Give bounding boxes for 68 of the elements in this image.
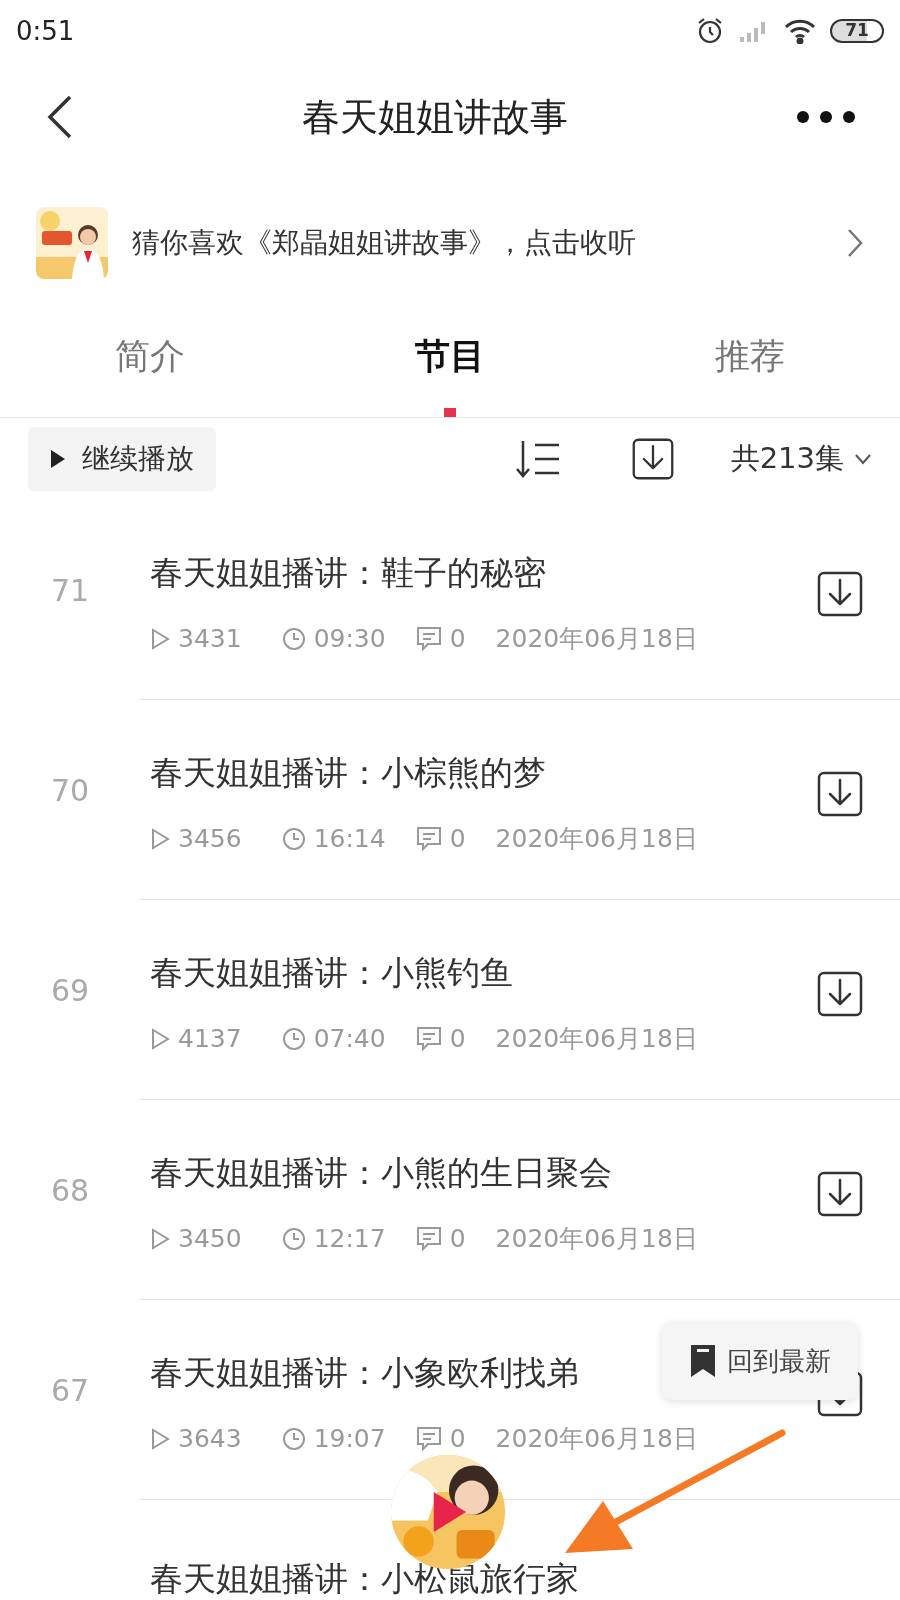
comment-icon bbox=[415, 625, 442, 652]
clock-icon bbox=[281, 826, 306, 851]
episode-date: 2020年06月18日 bbox=[495, 623, 698, 655]
play-count: 4137 bbox=[178, 1023, 242, 1055]
chevron-down-icon bbox=[854, 453, 872, 465]
play-count: 3450 bbox=[178, 1223, 242, 1255]
comment-icon bbox=[415, 1025, 442, 1052]
download-icon[interactable] bbox=[816, 1170, 864, 1218]
comment-count: 0 bbox=[449, 1423, 466, 1455]
play-icon bbox=[50, 449, 66, 469]
play-count-icon bbox=[150, 1027, 170, 1050]
episode-title[interactable]: 春天姐姐播讲：小熊的生日聚会 bbox=[150, 1152, 612, 1194]
tab[interactable]: 简介 bbox=[0, 324, 300, 417]
tab[interactable]: 推荐 bbox=[600, 324, 900, 417]
episode-number: 70 bbox=[50, 772, 90, 810]
episode-title[interactable]: 春天姐姐播讲：小象欧利找弟 bbox=[150, 1352, 579, 1394]
battery-icon: 71 bbox=[830, 19, 884, 43]
chevron-right-icon[interactable] bbox=[846, 227, 864, 259]
comment-icon bbox=[415, 1425, 442, 1452]
play-count-icon bbox=[150, 827, 170, 850]
tab[interactable]: 节目 bbox=[300, 324, 600, 417]
duration: 12:17 bbox=[313, 1223, 386, 1255]
clock-icon bbox=[281, 1426, 306, 1451]
duration: 19:07 bbox=[313, 1423, 386, 1455]
play-count: 3456 bbox=[178, 823, 242, 855]
clock-icon bbox=[281, 1026, 306, 1051]
clock-icon bbox=[281, 1226, 306, 1251]
download-icon[interactable] bbox=[816, 770, 864, 818]
episode-number: 67 bbox=[50, 1372, 90, 1410]
bookmark-icon bbox=[689, 1343, 717, 1379]
episode-number: 69 bbox=[50, 972, 90, 1010]
episode-title[interactable]: 春天姐姐播讲：小熊钓鱼 bbox=[150, 952, 513, 994]
play-count: 3643 bbox=[178, 1423, 242, 1455]
comment-icon bbox=[415, 825, 442, 852]
back-to-latest-toast[interactable]: 回到最新 bbox=[662, 1322, 858, 1400]
play-count-icon bbox=[150, 627, 170, 650]
duration: 07:40 bbox=[313, 1023, 386, 1055]
continue-play-button[interactable]: 继续播放 bbox=[28, 427, 216, 491]
episode-date: 2020年06月18日 bbox=[495, 1023, 698, 1055]
episode-title[interactable]: 春天姐姐播讲：鞋子的秘密 bbox=[150, 552, 546, 594]
episode-date: 2020年06月18日 bbox=[495, 1423, 698, 1455]
alarm-icon bbox=[696, 17, 724, 45]
clock-icon bbox=[281, 626, 306, 651]
download-icon[interactable] bbox=[816, 970, 864, 1018]
play-count-icon bbox=[150, 1427, 170, 1450]
comment-count: 0 bbox=[449, 1223, 466, 1255]
episode-date: 2020年06月18日 bbox=[495, 823, 698, 855]
episode-number: 71 bbox=[50, 572, 90, 610]
download-icon[interactable] bbox=[816, 570, 864, 618]
comment-icon bbox=[415, 1225, 442, 1252]
comment-count: 0 bbox=[449, 623, 466, 655]
play-count-icon bbox=[150, 1227, 170, 1250]
episode-count-dropdown[interactable]: 共213集 bbox=[730, 437, 872, 481]
recommend-text[interactable]: 猜你喜欢《郑晶姐姐讲故事》，点击收听 bbox=[132, 222, 822, 264]
duration: 09:30 bbox=[313, 623, 386, 655]
episode-date: 2020年06月18日 bbox=[495, 1223, 698, 1255]
episode-title[interactable]: 春天姐姐播讲：小棕熊的梦 bbox=[150, 752, 546, 794]
play-count: 3431 bbox=[178, 623, 242, 655]
more-icon[interactable] bbox=[796, 110, 856, 124]
page-title: 春天姐姐讲故事 bbox=[302, 93, 568, 141]
sort-icon[interactable] bbox=[514, 439, 561, 479]
comment-count: 0 bbox=[449, 1023, 466, 1055]
comment-count: 0 bbox=[449, 823, 466, 855]
wifi-icon bbox=[784, 18, 816, 44]
duration: 16:14 bbox=[313, 823, 386, 855]
status-time: 0:51 bbox=[16, 14, 75, 48]
episode-number: 68 bbox=[50, 1172, 90, 1210]
download-icon[interactable] bbox=[630, 437, 675, 481]
